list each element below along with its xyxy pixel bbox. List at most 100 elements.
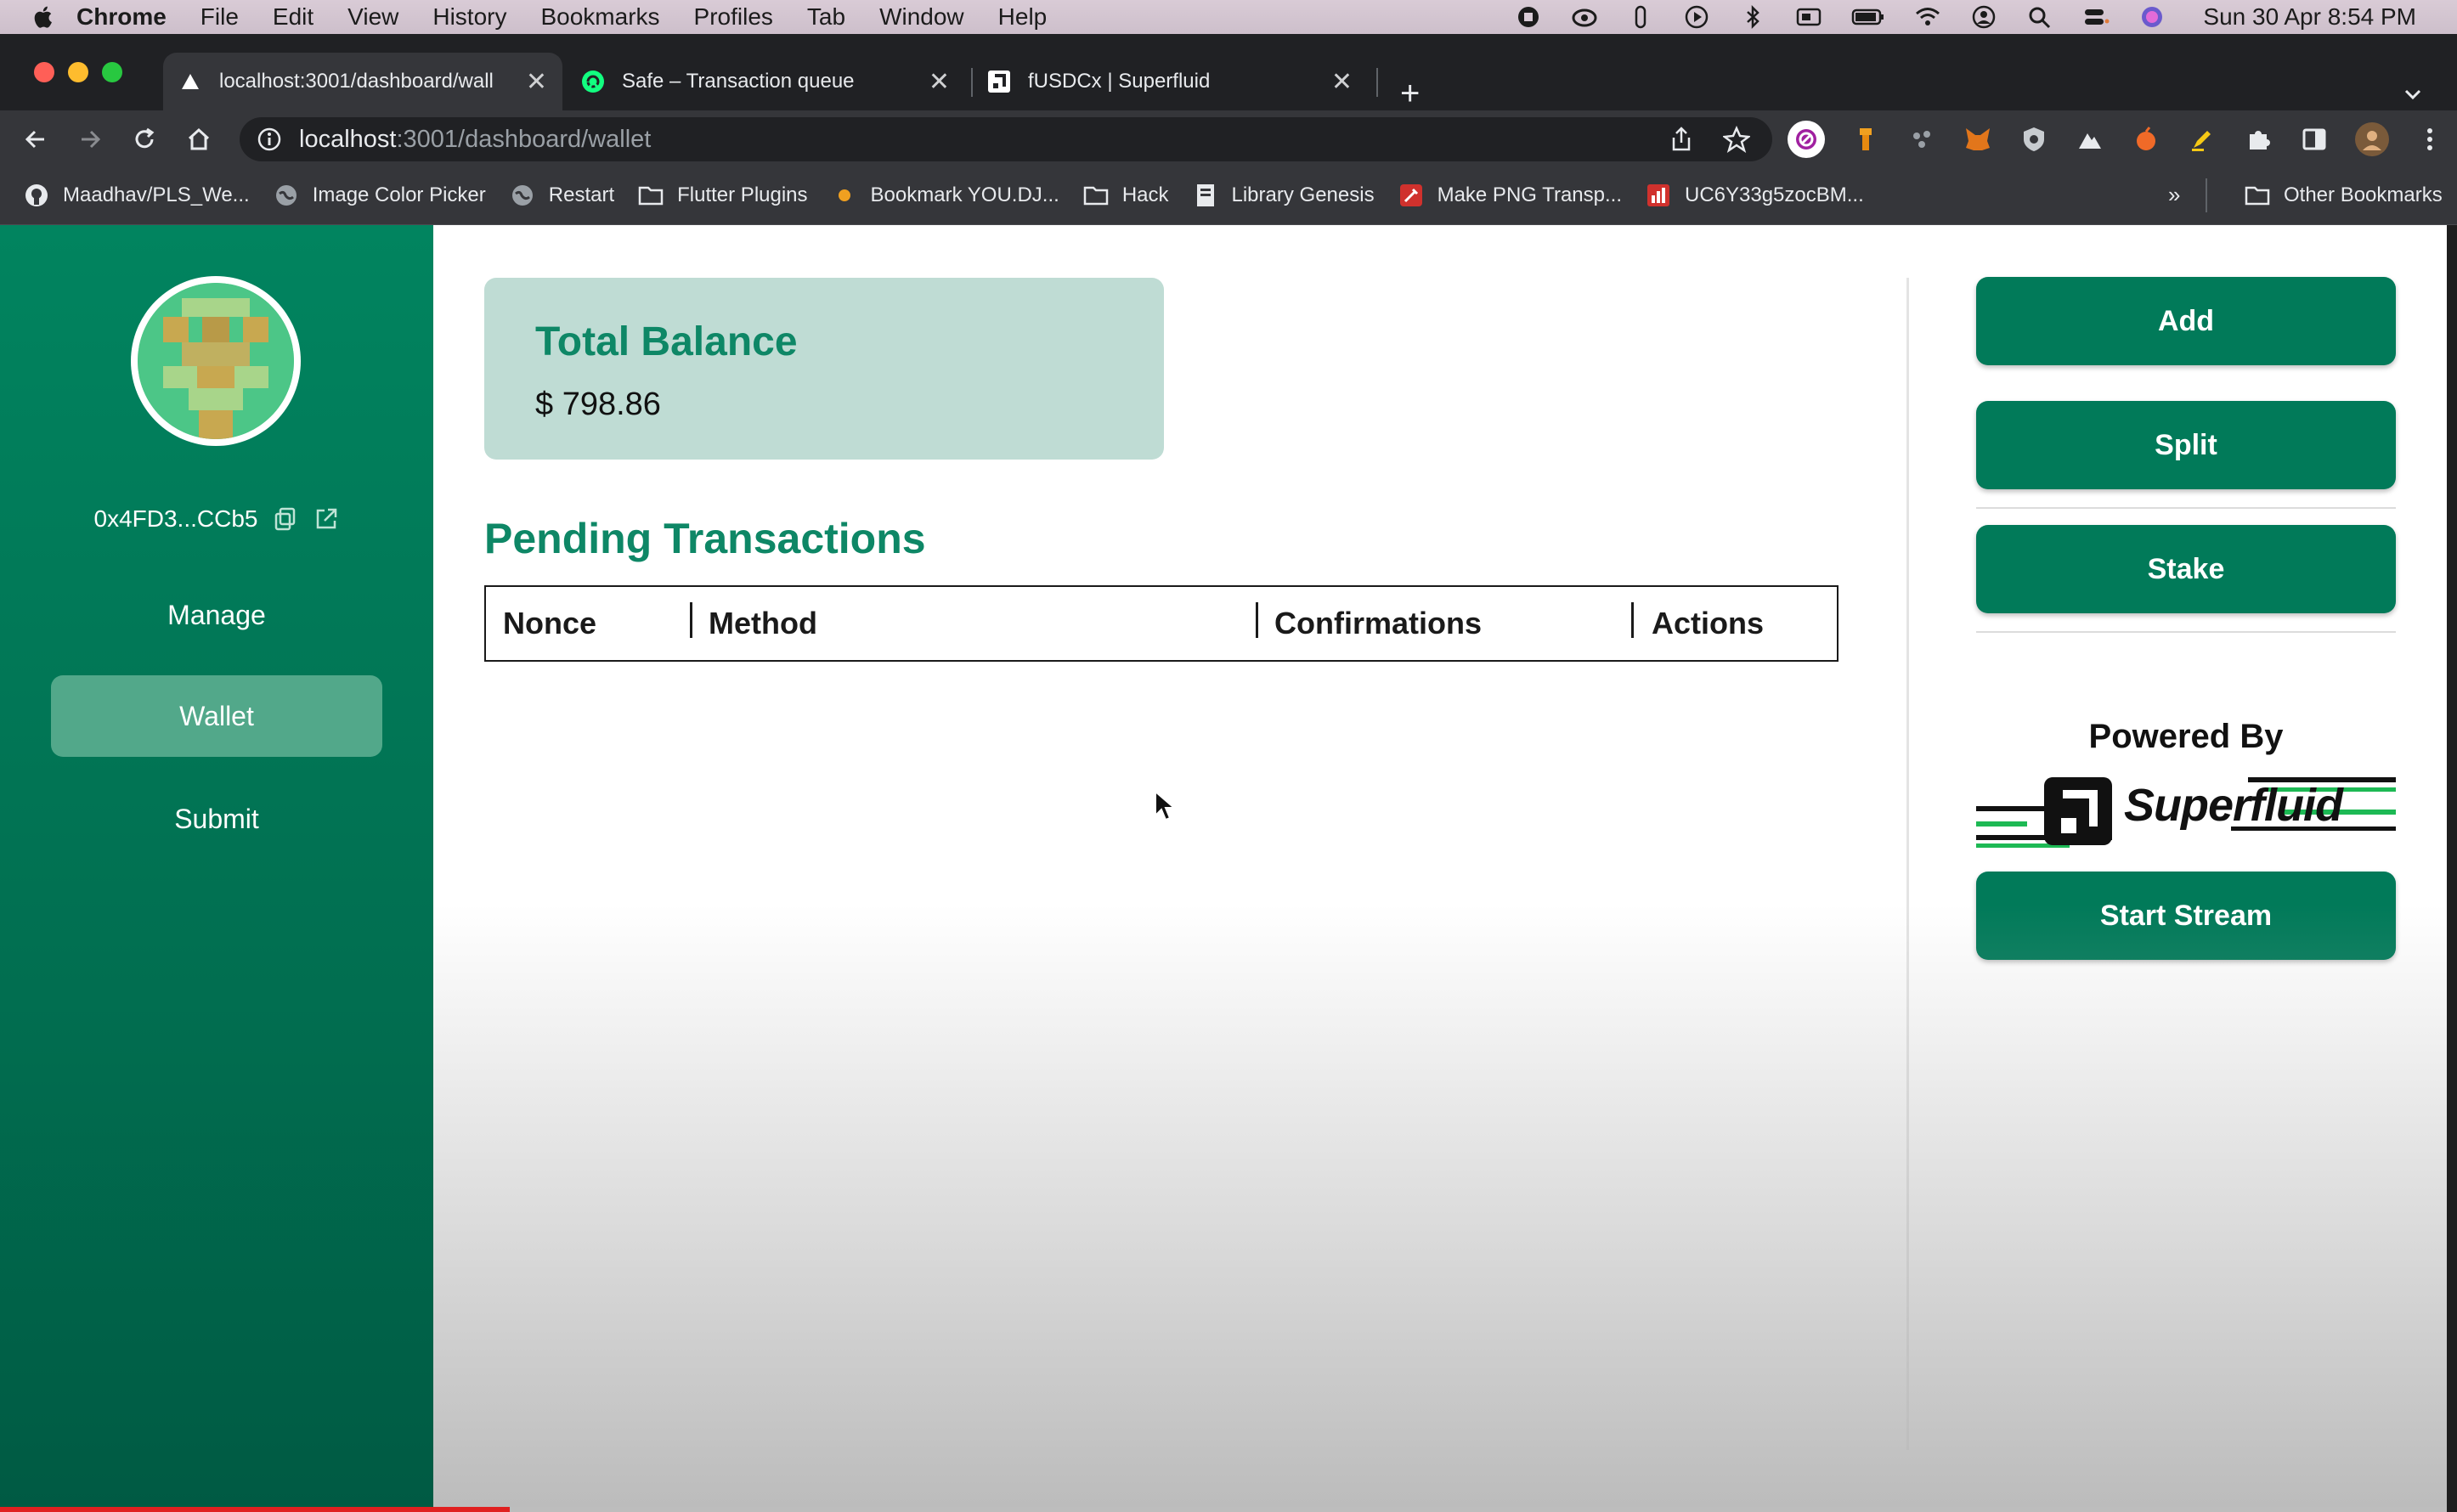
spotlight-search-icon[interactable] xyxy=(2026,4,2053,30)
sidebar-item-submit[interactable]: Submit xyxy=(51,778,382,860)
column-separator xyxy=(690,602,692,638)
pending-transactions-table: Nonce Method Confirmations Actions xyxy=(484,585,1839,662)
menu-history[interactable]: History xyxy=(432,3,506,31)
tab-separator xyxy=(1376,68,1378,97)
share-icon[interactable] xyxy=(1669,126,1694,153)
shield-extension-icon[interactable] xyxy=(2019,124,2049,155)
menu-app-name[interactable]: Chrome xyxy=(76,3,167,31)
bookmark-star-icon[interactable] xyxy=(1723,126,1750,153)
profile-avatar-icon[interactable] xyxy=(2355,122,2389,156)
sidebar-item-manage[interactable]: Manage xyxy=(51,574,382,656)
orange-extension-icon[interactable] xyxy=(2131,124,2161,155)
bookmark-label: Flutter Plugins xyxy=(677,183,808,206)
bookmark-label: Image Color Picker xyxy=(312,183,486,206)
extensions-puzzle-icon[interactable] xyxy=(2243,124,2273,155)
tab-search-chevron-icon[interactable] xyxy=(2403,83,2423,107)
start-stream-button[interactable]: Start Stream xyxy=(1976,872,2396,960)
close-tab-icon[interactable]: ✕ xyxy=(1331,67,1353,97)
page-bottom-shade xyxy=(433,905,2447,1512)
split-button[interactable]: Split xyxy=(1976,401,2396,489)
powered-by-label: Powered By xyxy=(2088,718,2284,755)
pending-transactions-title: Pending Transactions xyxy=(484,515,926,562)
stake-button[interactable]: Stake xyxy=(1976,525,2396,613)
torch-extension-icon[interactable] xyxy=(1850,124,1881,155)
bookmark-image-color-picker[interactable]: Image Color Picker xyxy=(274,183,486,208)
reload-icon[interactable] xyxy=(127,122,161,156)
puzzle-dots-extension-icon[interactable] xyxy=(1906,124,1937,155)
tool-icon xyxy=(1398,183,1424,208)
highlighter-extension-icon[interactable] xyxy=(2187,124,2217,155)
bookmark-uc6y[interactable]: UC6Y33g5zocBM... xyxy=(1646,183,1864,208)
bookmark-library-genesis[interactable]: Library Genesis xyxy=(1193,183,1375,208)
bookmark-restart[interactable]: Restart xyxy=(510,183,614,208)
address-bar[interactable]: localhost:3001/dashboard/wallet xyxy=(240,117,1772,161)
site-info-icon[interactable] xyxy=(257,127,282,152)
record-icon[interactable] xyxy=(1515,4,1542,30)
close-tab-icon[interactable]: ✕ xyxy=(526,67,547,97)
wallet-address: 0x4FD3...CCb5 xyxy=(0,505,433,533)
kebab-menu-icon[interactable] xyxy=(2415,124,2445,155)
apple-icon[interactable] xyxy=(31,4,54,30)
battery-icon[interactable] xyxy=(1851,4,1885,30)
side-panel-icon[interactable] xyxy=(2299,124,2330,155)
copy-icon[interactable] xyxy=(273,506,298,532)
maximize-window-button[interactable] xyxy=(102,62,122,82)
tab-fusdcx-superfluid[interactable]: fUSDCx | Superfluid ✕ xyxy=(972,53,1368,110)
forward-arrow-icon[interactable] xyxy=(73,122,107,156)
bookmark-youdj[interactable]: Bookmark YOU.DJ... xyxy=(832,183,1059,208)
display-icon[interactable] xyxy=(1795,4,1822,30)
mouse-cursor-icon xyxy=(1155,790,1176,821)
macos-menu-bar: Chrome File Edit View History Bookmarks … xyxy=(0,0,2457,34)
bookmarks-bar: Maadhav/PLS_We... Image Color Picker Res… xyxy=(0,166,2457,225)
wallet-address-text: 0x4FD3...CCb5 xyxy=(93,505,258,532)
metamask-fox-icon[interactable] xyxy=(1963,124,1993,155)
sidebar-item-wallet[interactable]: Wallet xyxy=(51,675,382,757)
add-button[interactable]: Add xyxy=(1976,277,2396,365)
bookmark-label: Maadhav/PLS_We... xyxy=(63,183,250,206)
globe-icon xyxy=(510,183,535,208)
browser-toolbar: localhost:3001/dashboard/wallet xyxy=(0,110,2457,166)
menu-bookmarks[interactable]: Bookmarks xyxy=(540,3,659,31)
url-path: :3001/dashboard/wallet xyxy=(396,125,652,153)
bookmark-github[interactable]: Maadhav/PLS_We... xyxy=(24,183,250,208)
blocker-extension-icon[interactable] xyxy=(1788,121,1825,158)
menu-window[interactable]: Window xyxy=(879,3,964,31)
bookmark-flutter-plugins[interactable]: Flutter Plugins xyxy=(638,183,808,208)
close-window-button[interactable] xyxy=(34,62,54,82)
action-separator xyxy=(1976,507,2396,509)
control-center-icon[interactable] xyxy=(2082,4,2110,30)
menu-file[interactable]: File xyxy=(201,3,239,31)
menu-profiles[interactable]: Profiles xyxy=(694,3,773,31)
bookmark-make-png[interactable]: Make PNG Transp... xyxy=(1398,183,1622,208)
menu-view[interactable]: View xyxy=(347,3,398,31)
play-icon[interactable] xyxy=(1683,4,1710,30)
paperclip-icon[interactable] xyxy=(1627,4,1654,30)
mountain-extension-icon[interactable] xyxy=(2075,124,2105,155)
creative-cloud-icon[interactable] xyxy=(1571,4,1598,30)
back-arrow-icon[interactable] xyxy=(19,122,53,156)
bookmark-hack[interactable]: Hack xyxy=(1083,183,1169,208)
avatar xyxy=(131,276,301,446)
external-link-icon[interactable] xyxy=(313,506,339,532)
superfluid-favicon-icon xyxy=(987,70,1011,93)
minimize-window-button[interactable] xyxy=(68,62,88,82)
column-header-nonce: Nonce xyxy=(503,606,597,640)
tab-dashboard-wallet[interactable]: localhost:3001/dashboard/wall ✕ xyxy=(163,53,562,110)
bookmark-label: Restart xyxy=(548,183,615,206)
siri-icon[interactable] xyxy=(2138,4,2166,30)
bookmark-other-bookmarks[interactable]: Other Bookmarks xyxy=(2245,166,2443,224)
menu-help[interactable]: Help xyxy=(998,3,1048,31)
home-icon[interactable] xyxy=(182,122,216,156)
bookmarks-overflow-chevron-icon[interactable]: » xyxy=(2168,182,2180,208)
user-icon[interactable] xyxy=(1970,4,1997,30)
web-page: 0x4FD3...CCb5 Manage Wallet Submit Total… xyxy=(0,225,2447,1512)
close-tab-icon[interactable]: ✕ xyxy=(929,67,950,97)
menu-tab[interactable]: Tab xyxy=(807,3,845,31)
wifi-icon[interactable] xyxy=(1914,4,1941,30)
clock[interactable]: Sun 30 Apr 8:54 PM xyxy=(2203,3,2416,31)
tab-safe-transaction-queue[interactable]: Safe – Transaction queue ✕ xyxy=(566,53,965,110)
bluetooth-icon[interactable] xyxy=(1739,4,1766,30)
menu-edit[interactable]: Edit xyxy=(273,3,313,31)
browser-tab-strip: localhost:3001/dashboard/wall ✕ Safe – T… xyxy=(0,34,2457,110)
new-tab-plus-icon[interactable]: + xyxy=(1400,76,1420,110)
